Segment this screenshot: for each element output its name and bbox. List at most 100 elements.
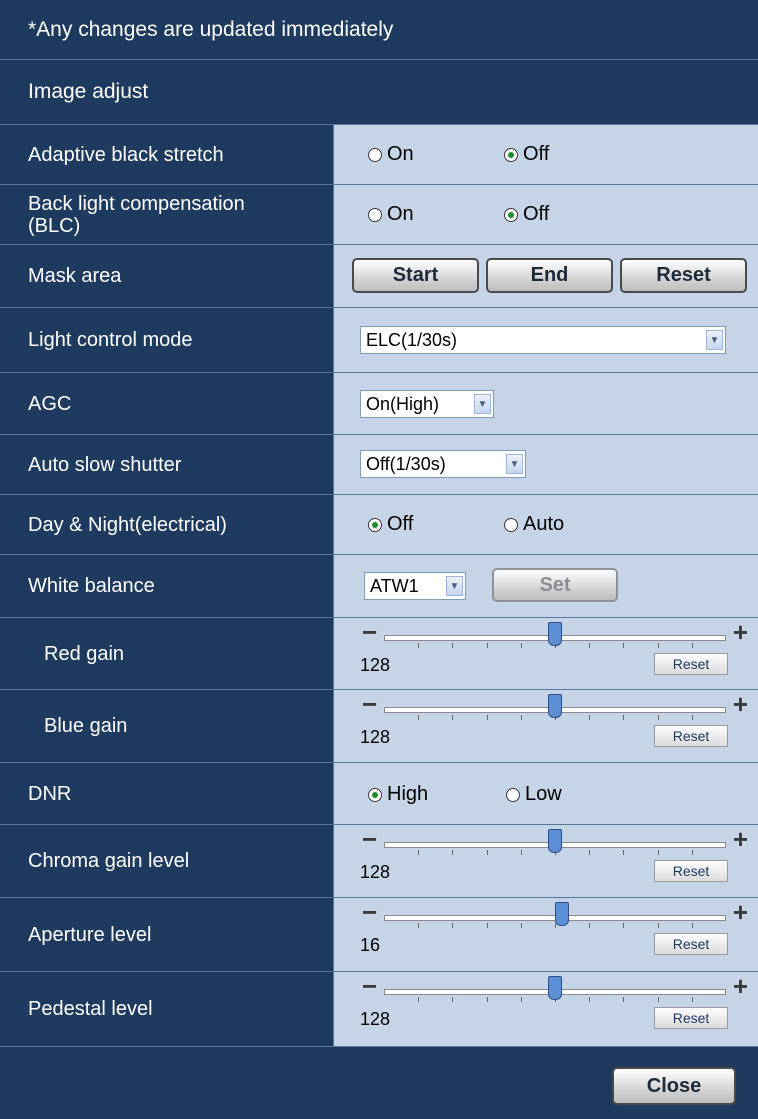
slider-tick (589, 643, 591, 648)
slider-tick (520, 923, 522, 928)
adaptive-black-stretch-label: Adaptive black stretch (0, 125, 334, 184)
minus-icon[interactable]: − (362, 899, 377, 925)
minus-icon[interactable]: − (362, 973, 377, 999)
aperture-slider[interactable]: − + (360, 899, 750, 931)
radio-checked-icon (368, 787, 382, 802)
dnr-high-radio[interactable]: High (368, 783, 428, 806)
agc-control: On(High) ▼ (334, 373, 758, 434)
slider-tick (452, 923, 454, 928)
plus-icon[interactable]: + (733, 619, 748, 645)
minus-icon[interactable]: − (362, 826, 377, 852)
aperture-reset-button[interactable]: Reset (654, 933, 728, 955)
slider-tick (623, 643, 625, 648)
chevron-down-icon: ▼ (474, 394, 491, 414)
light-control-mode-label: Light control mode (0, 308, 334, 372)
mask-end-button[interactable]: End (486, 258, 613, 293)
slider-tick (657, 997, 659, 1002)
chroma-gain-slider[interactable]: − + (360, 826, 750, 858)
white-balance-set-button[interactable]: Set (492, 568, 618, 602)
red-gain-value: 128 (360, 655, 391, 675)
slider-thumb[interactable] (554, 902, 569, 926)
agc-label: AGC (0, 373, 334, 434)
white-balance-select[interactable]: ATW1 ▼ (364, 572, 466, 600)
slider-thumb[interactable] (548, 976, 562, 1000)
slider-tick (452, 643, 454, 648)
day-night-auto-radio[interactable]: Auto (504, 513, 564, 536)
day-night-off-radio[interactable]: Off (368, 513, 413, 536)
slider-tick (657, 850, 659, 855)
red-gain-slider[interactable]: − + (360, 619, 750, 651)
blue-gain-reset-button[interactable]: Reset (654, 725, 728, 747)
chroma-gain-control: − + 128 Reset (334, 825, 758, 897)
radio-label: Low (525, 783, 562, 805)
slider-tick (691, 850, 693, 855)
plus-icon[interactable]: + (733, 899, 748, 925)
radio-label: Off (387, 513, 414, 535)
slider-thumb[interactable] (548, 622, 562, 646)
minus-icon[interactable]: − (362, 691, 377, 717)
day-night-label: Day & Night(electrical) (0, 495, 334, 554)
row-auto-slow-shutter: Auto slow shutter Off(1/30s) ▼ (0, 435, 758, 495)
slider-tick (520, 850, 522, 855)
pedestal-label: Pedestal level (0, 972, 334, 1046)
slider-tick (691, 643, 693, 648)
mask-start-button[interactable]: Start (352, 258, 479, 293)
blc-label-line2: (BLC) (28, 214, 81, 237)
row-mask-area: Mask area Start End Reset (0, 245, 758, 308)
slider-tick (520, 997, 522, 1002)
slider-tick (486, 715, 488, 720)
pedestal-slider[interactable]: − + (360, 973, 750, 1005)
section-title: Image adjust (28, 80, 149, 103)
blc-label-line1: Back light compensation (28, 192, 245, 215)
slider-thumb[interactable] (548, 829, 562, 853)
red-gain-reset-button[interactable]: Reset (654, 653, 728, 675)
blue-gain-slider[interactable]: − + (360, 691, 750, 723)
select-value: On(High) (366, 393, 440, 414)
light-control-mode-select[interactable]: ELC(1/30s) ▼ (360, 326, 726, 354)
agc-select[interactable]: On(High) ▼ (360, 390, 494, 418)
radio-checked-icon (504, 207, 518, 222)
pedestal-reset-button[interactable]: Reset (654, 1007, 728, 1029)
plus-icon[interactable]: + (733, 826, 748, 852)
blc-off-radio[interactable]: Off (504, 203, 549, 226)
auto-slow-shutter-select[interactable]: Off(1/30s) ▼ (360, 450, 526, 478)
slider-tick (623, 850, 625, 855)
blue-gain-control: − + 128 Reset (334, 690, 758, 762)
row-blue-gain: Blue gain − + 128 Reset (0, 690, 758, 763)
chroma-gain-reset-button[interactable]: Reset (654, 860, 728, 882)
chevron-down-icon: ▼ (506, 454, 523, 474)
notice-text: *Any changes are updated immediately (28, 17, 394, 41)
slider-thumb[interactable] (548, 694, 562, 718)
auto-slow-shutter-label: Auto slow shutter (0, 435, 334, 494)
white-balance-label: White balance (0, 555, 334, 617)
slider-tick (486, 923, 488, 928)
slider-tick (418, 923, 420, 928)
plus-icon[interactable]: + (733, 973, 748, 999)
adaptive-black-stretch-control: On Off (334, 125, 758, 184)
mask-reset-button[interactable]: Reset (620, 258, 747, 293)
plus-icon[interactable]: + (733, 691, 748, 717)
red-gain-label: Red gain (0, 618, 334, 689)
close-button[interactable]: Close (612, 1067, 736, 1105)
slider-tick (657, 715, 659, 720)
aperture-control: − + 16 Reset (334, 898, 758, 971)
radio-unchecked-icon (504, 517, 518, 532)
adaptive-black-stretch-off-radio[interactable]: Off (504, 143, 549, 166)
minus-icon[interactable]: − (362, 619, 377, 645)
row-pedestal: Pedestal level − + 128 Reset (0, 972, 758, 1047)
slider-tick (589, 850, 591, 855)
day-night-control: Off Auto (334, 495, 758, 554)
slider-tick (657, 923, 659, 928)
aperture-value: 16 (360, 935, 381, 955)
row-agc: AGC On(High) ▼ (0, 373, 758, 435)
radio-label: On (387, 143, 414, 165)
chroma-gain-value: 128 (360, 862, 391, 882)
slider-tick (418, 997, 420, 1002)
dnr-low-radio[interactable]: Low (506, 783, 562, 806)
mask-area-control: Start End Reset (334, 245, 758, 307)
slider-tick (486, 850, 488, 855)
slider-tick (418, 715, 420, 720)
blc-on-radio[interactable]: On (368, 203, 414, 226)
light-control-mode-control: ELC(1/30s) ▼ (334, 308, 758, 372)
adaptive-black-stretch-on-radio[interactable]: On (368, 143, 414, 166)
